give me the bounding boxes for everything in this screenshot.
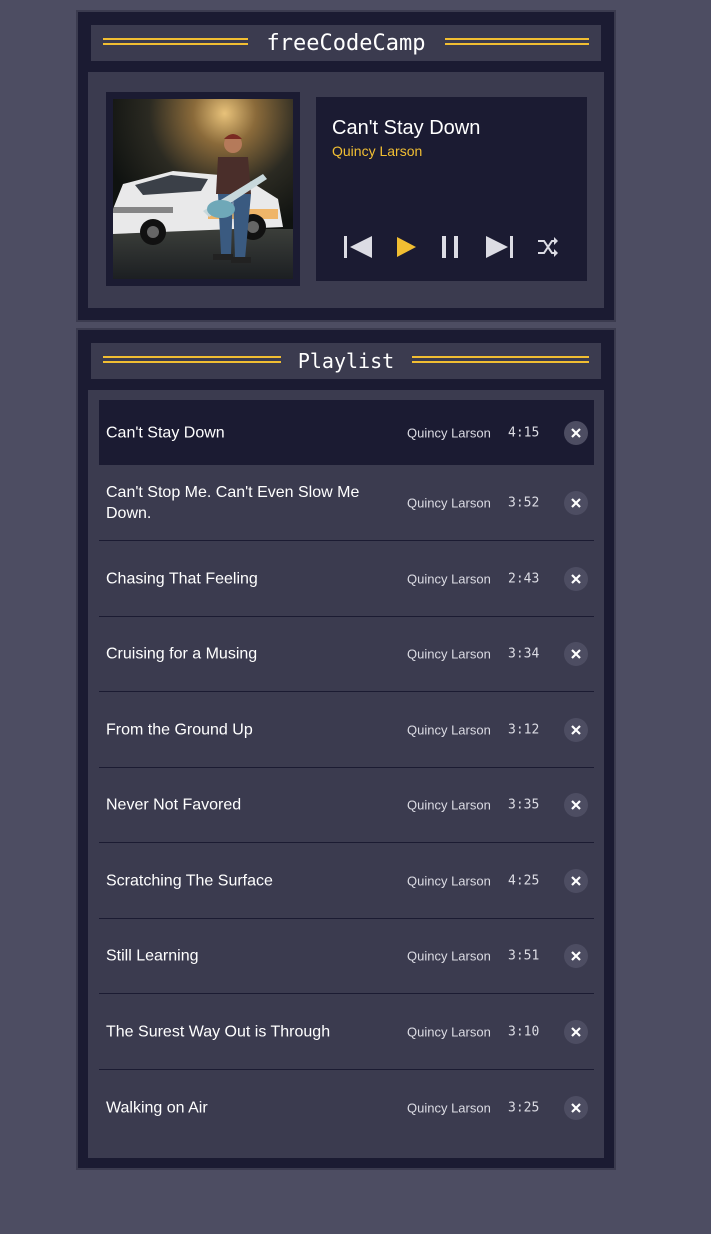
current-song-artist: Quincy Larson (332, 143, 423, 159)
song-artist: Quincy Larson (407, 873, 491, 888)
song-duration: 3:25 (508, 1100, 540, 1116)
song-artist: Quincy Larson (407, 722, 491, 737)
song-title: Can't Stay Down (106, 424, 225, 441)
shuffle-button[interactable] (537, 232, 571, 262)
album-art (106, 92, 300, 286)
song-artist: Quincy Larson (407, 495, 491, 510)
song-duration: 3:35 (508, 797, 540, 813)
delete-song-button[interactable] (564, 490, 588, 515)
delete-song-button[interactable] (564, 793, 588, 817)
song-artist: Quincy Larson (407, 948, 491, 964)
close-icon (571, 497, 581, 508)
playlist-item[interactable]: Scratching The Surface Quincy Larson 4:2… (99, 843, 594, 919)
close-icon (571, 724, 581, 735)
song-artist: Quincy Larson (407, 1024, 491, 1039)
playlist-item[interactable]: Walking on Air Quincy Larson 3:25 (99, 1070, 594, 1146)
close-icon (571, 573, 581, 584)
playlist-item[interactable]: Never Not Favored Quincy Larson 3:35 (99, 768, 594, 843)
song-artist: Quincy Larson (407, 797, 491, 813)
song-title: Never Not Favored (106, 796, 242, 814)
playlist-item[interactable]: From the Ground Up Quincy Larson 3:12 (99, 692, 594, 768)
close-icon (571, 649, 581, 659)
song-title: From the Ground Up (106, 721, 253, 738)
delete-song-button[interactable] (564, 642, 588, 666)
shuffle-icon (538, 237, 558, 257)
playlist-item[interactable]: The Surest Way Out is Through Quincy Lar… (99, 994, 594, 1070)
playlist-item[interactable]: Cruising for a Musing Quincy Larson 3:34 (99, 617, 594, 692)
skip-next-icon (486, 236, 513, 258)
pause-icon (442, 236, 458, 258)
next-button[interactable] (484, 232, 518, 262)
song-title: Chasing That Feeling (106, 570, 258, 587)
current-song-title: Can't Stay Down (332, 117, 481, 139)
song-duration: 4:15 (508, 425, 540, 440)
album-art-image (113, 99, 293, 279)
song-artist: Quincy Larson (407, 571, 491, 586)
song-title: Still Learning (106, 947, 199, 965)
song-title: Can't Stop Me. Can't Even Slow Me Down. (106, 483, 360, 522)
player-controls (316, 232, 587, 262)
previous-button[interactable] (342, 232, 376, 262)
delete-song-button[interactable] (564, 868, 588, 893)
song-title: Walking on Air (106, 1099, 208, 1117)
song-display: Can't Stay Down Quincy Larson (316, 97, 587, 281)
pause-button[interactable] (440, 232, 474, 262)
player-title-bar: freeCodeCamp (91, 25, 601, 61)
song-title: The Surest Way Out is Through (106, 1023, 331, 1040)
play-icon (397, 237, 416, 257)
delete-song-button[interactable] (564, 420, 588, 445)
delete-song-button[interactable] (564, 566, 588, 591)
playlist-panel: Playlist Can't Stay Down Quincy Larson 4… (76, 328, 616, 1170)
song-artist: Quincy Larson (407, 646, 491, 662)
close-icon (571, 951, 581, 961)
skip-previous-icon (344, 236, 372, 258)
delete-song-button[interactable] (564, 1096, 588, 1120)
song-artist: Quincy Larson (407, 1100, 491, 1116)
song-title: Scratching The Surface (106, 872, 273, 889)
song-duration: 3:34 (508, 646, 540, 662)
song-duration: 3:51 (508, 948, 540, 964)
close-icon (571, 800, 581, 810)
song-duration: 3:12 (508, 722, 540, 737)
title-decoration-right (445, 38, 589, 45)
delete-song-button[interactable] (564, 717, 588, 742)
title-decoration-right (412, 356, 589, 363)
player-body: Can't Stay Down Quincy Larson (88, 72, 604, 308)
player-panel: freeCodeCamp Can't Stay Down Quincy Lars… (76, 10, 616, 322)
song-duration: 2:43 (508, 571, 540, 586)
delete-song-button[interactable] (564, 944, 588, 968)
playlist-item[interactable]: Can't Stop Me. Can't Even Slow Me Down. … (99, 465, 594, 541)
play-button[interactable] (394, 232, 428, 262)
close-icon (571, 1103, 581, 1113)
song-title: Cruising for a Musing (106, 645, 258, 663)
playlist-item-active[interactable]: Can't Stay Down Quincy Larson 4:15 (99, 400, 594, 465)
close-icon (571, 427, 581, 438)
playlist-title-bar: Playlist (91, 343, 601, 379)
song-duration: 3:52 (508, 495, 540, 510)
playlist-list: Can't Stay Down Quincy Larson 4:15 Can't… (88, 390, 604, 1158)
close-icon (571, 875, 581, 886)
song-duration: 4:25 (508, 873, 540, 888)
delete-song-button[interactable] (564, 1019, 588, 1044)
song-artist: Quincy Larson (407, 425, 491, 440)
playlist-item[interactable]: Still Learning Quincy Larson 3:51 (99, 919, 594, 994)
song-duration: 3:10 (508, 1024, 540, 1039)
playlist-item[interactable]: Chasing That Feeling Quincy Larson 2:43 (99, 541, 594, 617)
close-icon (571, 1026, 581, 1037)
